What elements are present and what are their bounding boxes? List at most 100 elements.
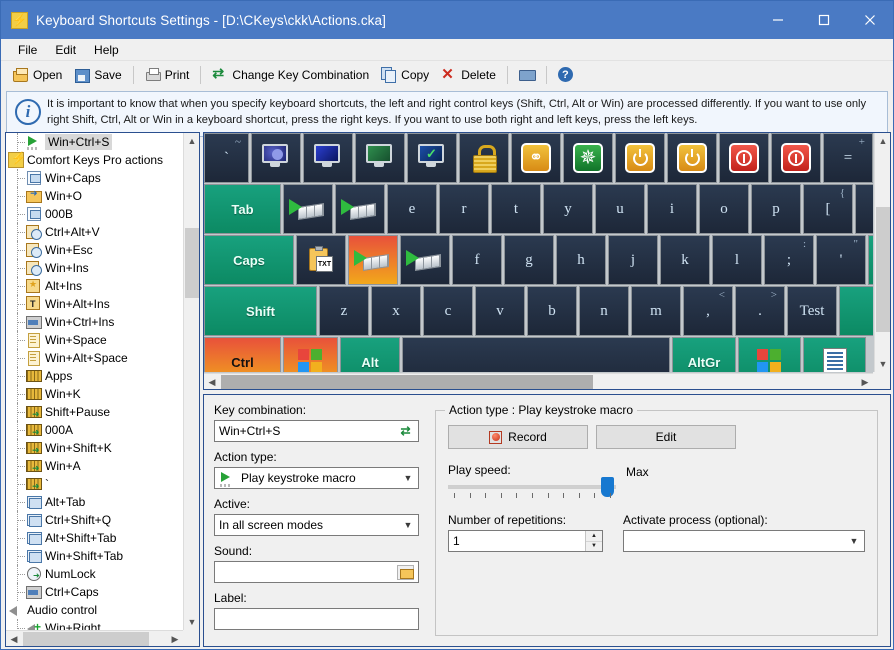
key-r[interactable]: r — [439, 184, 489, 234]
tree-item-win-esc[interactable]: Win+Esc — [6, 241, 183, 259]
key-ctrl[interactable]: Ctrl — [204, 337, 281, 372]
key-sym[interactable]: += — [823, 133, 873, 183]
tree-item-shift-pause[interactable]: Shift+Pause — [6, 403, 183, 421]
close-icon[interactable] — [847, 1, 893, 39]
chevron-up-icon[interactable]: ▲ — [875, 133, 891, 149]
burst-green-key[interactable]: ✵ — [563, 133, 613, 183]
monitor-desktop-key[interactable] — [355, 133, 405, 183]
key-u[interactable]: u — [595, 184, 645, 234]
keyboard-horizontal-scrollbar[interactable]: ◀ ▶ — [204, 373, 873, 389]
change-key-icon[interactable]: ⇄ — [397, 424, 414, 439]
key-sym[interactable]: <, — [683, 286, 733, 336]
sound-input[interactable] — [214, 561, 419, 583]
key-k[interactable]: k — [660, 235, 710, 285]
tree-item-000a[interactable]: 000A — [6, 421, 183, 439]
tree-item-win-caps[interactable]: Win+Caps — [6, 169, 183, 187]
tree-item-apps[interactable]: Apps — [6, 367, 183, 385]
key-tab[interactable]: Tab — [204, 184, 281, 234]
chevron-right-icon[interactable]: ▶ — [167, 631, 183, 647]
key-sym[interactable]: ~` — [204, 133, 249, 183]
tree-hscroll-thumb[interactable] — [23, 632, 149, 646]
key-c[interactable]: c — [423, 286, 473, 336]
shutdown-red-key[interactable] — [771, 133, 821, 183]
key-i[interactable]: i — [647, 184, 697, 234]
key-g[interactable]: g — [504, 235, 554, 285]
key-l[interactable]: l — [712, 235, 762, 285]
keyboard-button[interactable] — [513, 63, 541, 87]
macro-play-key[interactable] — [400, 235, 450, 285]
repetitions-spin-buttons[interactable]: ▲ ▼ — [585, 531, 602, 551]
key-e[interactable]: e — [387, 184, 437, 234]
help-button[interactable] — [552, 63, 580, 87]
key-sym[interactable]: {[ — [803, 184, 853, 234]
keyboard-viewport[interactable]: ~`⚭✵+=Tabertyuiop{[}]CapsTXTfghjkl:;"'Sh… — [204, 133, 873, 372]
tree-item-win-shift-k[interactable]: Win+Shift+K — [6, 439, 183, 457]
delete-button[interactable]: Delete — [435, 63, 502, 87]
key-blank[interactable] — [868, 235, 873, 285]
macro-play-key[interactable] — [348, 235, 398, 285]
print-button[interactable]: Print — [139, 63, 196, 87]
play-speed-slider[interactable] — [448, 485, 616, 489]
tree-item-win-alt-ins[interactable]: Win+Alt+Ins — [6, 295, 183, 313]
shutdown-red-key[interactable] — [719, 133, 769, 183]
chevron-down-icon[interactable]: ▼ — [875, 356, 891, 372]
key-b[interactable]: b — [527, 286, 577, 336]
tree-item-alt-tab[interactable]: Alt+Tab — [6, 493, 183, 511]
menu-edit[interactable]: Edit — [46, 41, 85, 59]
keyboard-layout[interactable]: ~`⚭✵+=Tabertyuiop{[}]CapsTXTfghjkl:;"'Sh… — [204, 133, 873, 372]
tree-item-ctrl-caps[interactable]: Ctrl+Caps — [6, 583, 183, 601]
tree-item-win-shift-tab[interactable]: Win+Shift+Tab — [6, 547, 183, 565]
chevron-up-icon[interactable]: ▲ — [184, 133, 200, 149]
tree-item-win-ctrl-s[interactable]: Win+Ctrl+S — [6, 133, 183, 151]
maximize-icon[interactable] — [801, 1, 847, 39]
chevron-down-icon[interactable]: ▼ — [400, 520, 416, 530]
macro-play-key[interactable] — [335, 184, 385, 234]
tree-item-alt-ins[interactable]: Alt+Ins — [6, 277, 183, 295]
key-m[interactable]: m — [631, 286, 681, 336]
copy-button[interactable]: Copy — [375, 63, 435, 87]
key-y[interactable]: y — [543, 184, 593, 234]
menu-doc-key[interactable] — [803, 337, 866, 372]
change-key-combination-button[interactable]: Change Key Combination — [206, 63, 375, 87]
keyboard-vscroll-thumb[interactable] — [876, 207, 890, 332]
key-t[interactable]: t — [491, 184, 541, 234]
tree-item-win-ctrl-ins[interactable]: Win+Ctrl+Ins — [6, 313, 183, 331]
chevron-down-icon[interactable]: ▼ — [846, 536, 862, 546]
monitor-off-key[interactable] — [303, 133, 353, 183]
key-test[interactable]: Test — [787, 286, 837, 336]
key-blank[interactable] — [839, 286, 873, 336]
tree-item-ctrl-shift-q[interactable]: Ctrl+Shift+Q — [6, 511, 183, 529]
key-v[interactable]: v — [475, 286, 525, 336]
repetitions-stepper[interactable]: 1 ▲ ▼ — [448, 530, 603, 552]
tree-item-win-a[interactable]: Win+A — [6, 457, 183, 475]
menu-file[interactable]: File — [9, 41, 46, 59]
monitor-sleep-key[interactable] — [251, 133, 301, 183]
lock-key[interactable] — [459, 133, 509, 183]
menu-help[interactable]: Help — [85, 41, 128, 59]
key-gold-key[interactable]: ⚭ — [511, 133, 561, 183]
tree-vscroll-thumb[interactable] — [185, 228, 199, 298]
key-f[interactable]: f — [452, 235, 502, 285]
activate-process-select[interactable]: ▼ — [623, 530, 865, 552]
windows-logo-key[interactable] — [283, 337, 338, 372]
key-p[interactable]: p — [751, 184, 801, 234]
key-n[interactable]: n — [579, 286, 629, 336]
tree-item-win-k[interactable]: Win+K — [6, 385, 183, 403]
key-sym[interactable]: "' — [816, 235, 866, 285]
edit-button[interactable]: Edit — [596, 425, 736, 449]
tree-item-win-o[interactable]: Win+O — [6, 187, 183, 205]
monitor-check-key[interactable] — [407, 133, 457, 183]
tree-item-audio-control[interactable]: Audio control — [6, 601, 183, 619]
clipboard-txt-key[interactable]: TXT — [296, 235, 346, 285]
chevron-left-icon[interactable]: ◀ — [6, 631, 22, 647]
folder-browse-icon[interactable] — [397, 565, 414, 580]
chevron-down-icon[interactable]: ▼ — [184, 614, 200, 630]
windows-logo-key[interactable] — [738, 337, 801, 372]
key-o[interactable]: o — [699, 184, 749, 234]
tree-item-win-alt-space[interactable]: Win+Alt+Space — [6, 349, 183, 367]
key-blank[interactable] — [402, 337, 670, 372]
tree-item-win-right[interactable]: Win+Right — [6, 619, 183, 630]
tree-item-comfort-keys-pro-actions[interactable]: Comfort Keys Pro actions — [6, 151, 183, 169]
power-gold-key[interactable] — [667, 133, 717, 183]
power-gold-key[interactable] — [615, 133, 665, 183]
